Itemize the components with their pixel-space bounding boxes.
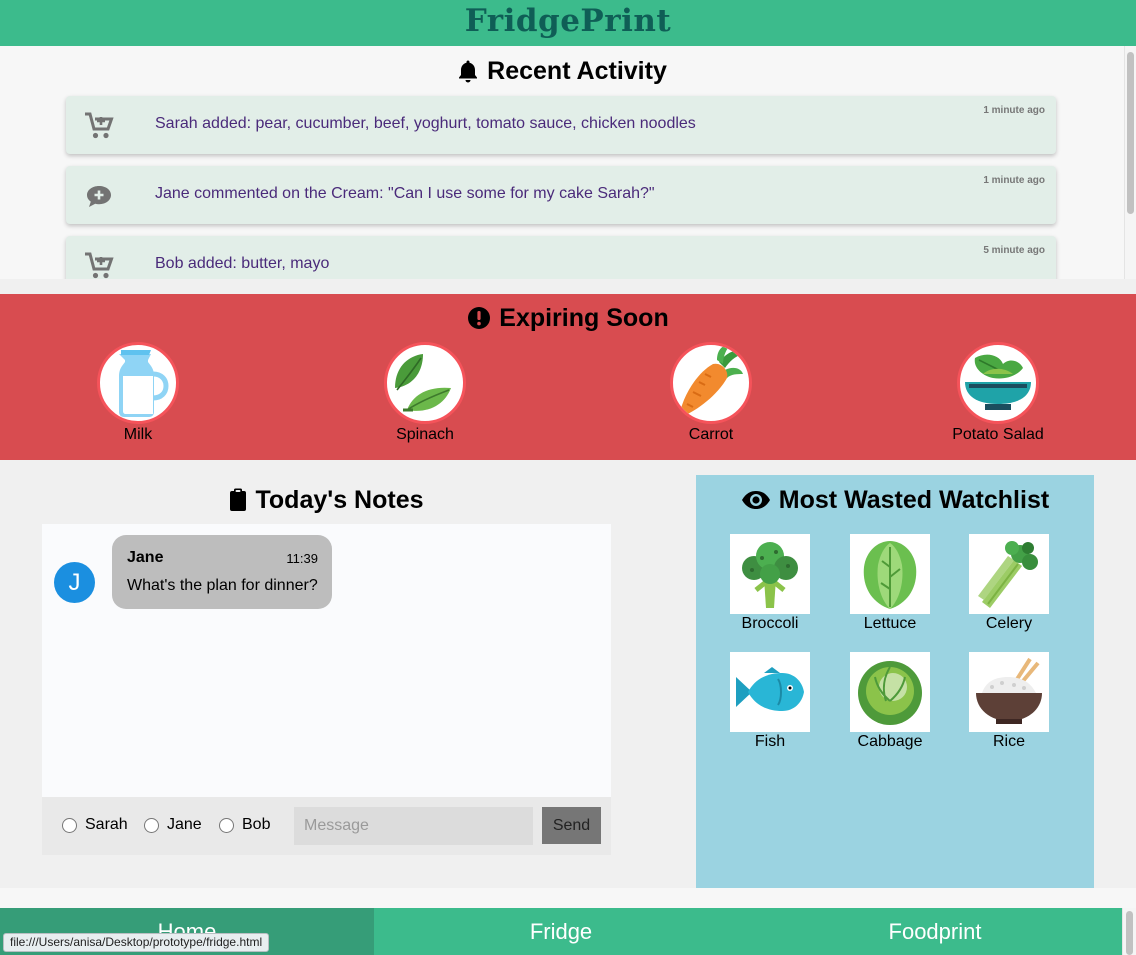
- recent-activity-heading: Recent Activity: [0, 56, 1124, 86]
- carrot-icon: [679, 345, 743, 418]
- salad-bowl-icon: [965, 354, 1031, 410]
- notes-message-area[interactable]: J Jane 11:39 What's the plan for dinner?: [42, 524, 611, 797]
- watchlist-item-label: Celery: [985, 615, 1033, 632]
- expiring-title: Expiring Soon: [499, 303, 669, 332]
- bell-icon: [459, 60, 478, 83]
- avatar: J: [54, 562, 95, 603]
- message-author: Jane: [127, 549, 164, 566]
- recipient-option-jane[interactable]: Jane: [144, 816, 202, 834]
- watchlist-item-label: Lettuce: [863, 615, 917, 632]
- watchlist-item-lettuce[interactable]: Lettuce: [830, 534, 950, 633]
- radio-button[interactable]: [62, 817, 77, 833]
- spinach-icon: [395, 354, 451, 412]
- radio-button[interactable]: [144, 817, 159, 833]
- recent-activity-title: Recent Activity: [487, 56, 667, 85]
- watchlist-item-image: [850, 534, 930, 614]
- expiring-item-image: [97, 342, 179, 424]
- watchlist-item-label: Fish: [754, 733, 786, 750]
- bottom-spacer: [0, 888, 1136, 908]
- watchlist-item-label: Rice: [992, 733, 1025, 750]
- activity-item[interactable]: Jane commented on the Cream: "Can I use …: [66, 166, 1056, 224]
- cart-plus-icon: [85, 112, 114, 139]
- rice-bowl-icon: [976, 657, 1042, 724]
- watchlist-title: Most Wasted Watchlist: [778, 485, 1050, 514]
- clipboard-icon: [230, 488, 247, 511]
- expiring-soon-panel: Expiring Soon Milk Spinach Carrot Potato…: [0, 294, 1136, 460]
- browser-status-url: file:///Users/anisa/Desktop/prototype/fr…: [3, 933, 270, 952]
- notes-heading: Today's Notes: [42, 483, 611, 517]
- expiring-item-potato-salad[interactable]: Potato Salad: [928, 342, 1068, 444]
- exclamation-circle-icon: [468, 307, 491, 329]
- message-bubble: Jane 11:39 What's the plan for dinner?: [112, 535, 332, 609]
- watchlist-item-rice[interactable]: Rice: [949, 652, 1069, 751]
- cart-plus-icon: [85, 252, 114, 279]
- fish-icon: [736, 667, 804, 711]
- tab-foodprint[interactable]: Foodprint: [748, 908, 1122, 955]
- comment-plus-icon: [87, 186, 111, 207]
- activity-time: 1 minute ago: [983, 175, 1045, 186]
- message-input[interactable]: [294, 807, 533, 845]
- expiring-item-label: Carrot: [688, 426, 734, 443]
- activity-scrollbar-thumb[interactable]: [1127, 52, 1134, 214]
- watchlist-panel: Most Wasted Watchlist Broccoli Lettuce C…: [696, 475, 1094, 888]
- recent-activity-panel[interactable]: Recent Activity Sarah added: pear, cucum…: [0, 46, 1124, 279]
- eye-icon: [741, 491, 770, 509]
- expiring-item-image: [670, 342, 752, 424]
- activity-time: 1 minute ago: [983, 105, 1045, 116]
- notes-form: Sarah Jane Bob Send: [42, 797, 611, 855]
- expiring-item-image: [957, 342, 1039, 424]
- message-time: 11:39: [286, 551, 318, 566]
- watchlist-item-broccoli[interactable]: Broccoli: [710, 534, 830, 633]
- expiring-item-milk[interactable]: Milk: [68, 342, 208, 444]
- recipient-option-bob[interactable]: Bob: [219, 816, 270, 834]
- watchlist-item-image: [730, 652, 810, 732]
- activity-text: Jane commented on the Cream: "Can I use …: [155, 185, 655, 202]
- watchlist-item-label: Cabbage: [857, 733, 923, 750]
- celery-icon: [978, 541, 1038, 608]
- activity-text: Bob added: butter, mayo: [155, 255, 330, 272]
- watchlist-item-label: Broccoli: [741, 615, 799, 632]
- cabbage-icon: [858, 661, 922, 725]
- recipient-label: Jane: [167, 816, 202, 833]
- expiring-item-label: Milk: [123, 426, 153, 443]
- watchlist-item-image: [730, 534, 810, 614]
- watchlist-item-celery[interactable]: Celery: [949, 534, 1069, 633]
- app-header: FridgePrint: [0, 0, 1136, 46]
- watchlist-heading: Most Wasted Watchlist: [696, 483, 1094, 517]
- app-title: FridgePrint: [464, 3, 672, 39]
- tab-fridge[interactable]: Fridge: [374, 908, 748, 955]
- watchlist-item-cabbage[interactable]: Cabbage: [830, 652, 950, 751]
- expiring-item-label: Potato Salad: [952, 426, 1044, 443]
- activity-text: Sarah added: pear, cucumber, beef, yoghu…: [155, 115, 696, 132]
- watchlist-item-image: [969, 534, 1049, 614]
- broccoli-icon: [742, 542, 798, 608]
- notes-title: Today's Notes: [255, 485, 424, 514]
- recipient-option-sarah[interactable]: Sarah: [62, 816, 128, 834]
- radio-button[interactable]: [219, 817, 234, 833]
- expiring-item-label: Spinach: [396, 426, 454, 443]
- activity-item[interactable]: Bob added: butter, mayo 5 minute ago: [66, 236, 1056, 279]
- watchlist-item-fish[interactable]: Fish: [710, 652, 830, 751]
- recipient-label: Bob: [242, 816, 271, 833]
- expiring-heading: Expiring Soon: [0, 294, 1136, 334]
- recipient-label: Sarah: [85, 816, 128, 833]
- watchlist-item-image: [850, 652, 930, 732]
- expiring-item-spinach[interactable]: Spinach: [355, 342, 495, 444]
- message-text: What's the plan for dinner?: [127, 577, 318, 594]
- send-button[interactable]: Send: [542, 807, 601, 844]
- lettuce-icon: [863, 541, 917, 609]
- milk-jug-icon: [119, 350, 169, 417]
- expiring-item-image: [384, 342, 466, 424]
- expiring-item-carrot[interactable]: Carrot: [641, 342, 781, 444]
- activity-time: 5 minute ago: [983, 245, 1045, 256]
- watchlist-item-image: [969, 652, 1049, 732]
- page-scrollbar-thumb[interactable]: [1126, 911, 1133, 955]
- activity-item[interactable]: Sarah added: pear, cucumber, beef, yoghu…: [66, 96, 1056, 154]
